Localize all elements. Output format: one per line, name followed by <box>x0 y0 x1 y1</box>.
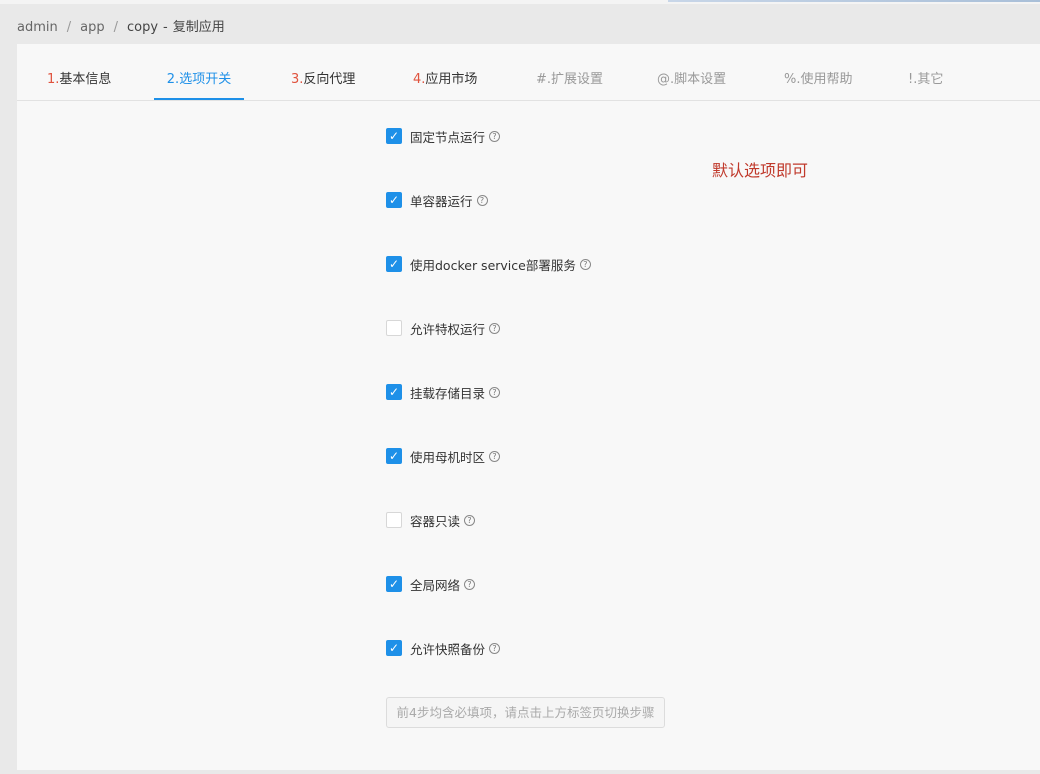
option-label: 允许快照备份 <box>410 641 486 657</box>
window-top-strip <box>0 0 1040 4</box>
tab-label: 应用市场 <box>425 72 478 87</box>
option-label: 固定节点运行 <box>410 129 486 145</box>
tab-basic-info[interactable]: 1.基本信息 <box>47 60 111 98</box>
checkbox[interactable]: ✓ <box>386 384 402 400</box>
checkbox[interactable]: ✓ <box>386 256 402 272</box>
tab-number: 4. <box>413 72 426 87</box>
submit-button[interactable]: 前4步均含必填项，请点击上方标签页切换步骤 <box>386 697 665 728</box>
tab-number: #. <box>536 72 552 87</box>
tab-label: 脚本设置 <box>674 72 727 87</box>
breadcrumb-separator: / <box>66 20 72 35</box>
tab-usage-help[interactable]: %.使用帮助 <box>784 60 853 98</box>
top-accent-bar <box>668 0 1040 2</box>
tab-number: !. <box>908 72 918 87</box>
help-icon[interactable]: ? <box>489 322 501 334</box>
option-readonly-container[interactable]: 容器只读 ? <box>386 511 476 529</box>
breadcrumb-app[interactable]: app <box>80 20 104 35</box>
tab-number: 1. <box>47 72 60 87</box>
checkbox[interactable]: ✓ <box>386 128 402 144</box>
breadcrumb-copy: copy <box>127 20 159 35</box>
tab-other[interactable]: !.其它 <box>908 60 943 98</box>
tab-number: @. <box>657 72 675 87</box>
tab-reverse-proxy[interactable]: 3.反向代理 <box>291 60 355 98</box>
option-label: 全局网络 <box>410 577 461 593</box>
option-label: 允许特权运行 <box>410 321 486 337</box>
help-icon[interactable]: ? <box>489 130 501 142</box>
main-panel <box>17 44 1040 770</box>
option-label: 使用母机时区 <box>410 449 486 465</box>
tab-label: 选项开关 <box>179 72 232 87</box>
tab-number: 3. <box>291 72 304 87</box>
option-label: 单容器运行 <box>410 193 473 209</box>
breadcrumb-admin[interactable]: admin <box>17 20 58 35</box>
help-icon[interactable]: ? <box>464 578 476 590</box>
breadcrumb-separator: / <box>113 20 118 35</box>
option-privileged[interactable]: 允许特权运行 ? <box>386 319 501 337</box>
tab-extension-settings[interactable]: #.扩展设置 <box>536 60 603 98</box>
tab-number: %. <box>784 72 801 87</box>
help-icon[interactable]: ? <box>476 194 488 206</box>
tab-number: 2. <box>166 72 180 87</box>
option-global-network[interactable]: ✓ 全局网络 ? <box>386 575 476 593</box>
tab-app-market[interactable]: 4.应用市场 <box>413 60 477 98</box>
option-mount-storage[interactable]: ✓ 挂载存储目录 ? <box>386 383 501 401</box>
help-icon[interactable]: ? <box>489 642 501 654</box>
checkbox[interactable]: ✓ <box>386 448 402 464</box>
breadcrumb: admin / app / copy - 复制应用 <box>17 16 225 35</box>
checkbox[interactable] <box>386 320 402 336</box>
hint-note: 默认选项即可 <box>712 161 809 180</box>
help-icon[interactable]: ? <box>579 258 591 270</box>
option-label: 使用docker service部署服务 <box>410 257 576 273</box>
tab-label: 扩展设置 <box>551 72 604 87</box>
option-host-timezone[interactable]: ✓ 使用母机时区 ? <box>386 447 501 465</box>
help-icon[interactable]: ? <box>464 514 476 526</box>
checkbox[interactable]: ✓ <box>386 576 402 592</box>
tab-label: 其它 <box>917 72 944 87</box>
breadcrumb-dash: - <box>163 20 168 35</box>
option-snapshot-backup[interactable]: ✓ 允许快照备份 ? <box>386 639 501 657</box>
option-single-container[interactable]: ✓ 单容器运行 ? <box>386 191 488 209</box>
option-label: 容器只读 <box>410 513 461 529</box>
checkbox[interactable] <box>386 512 402 528</box>
tab-label: 反向代理 <box>303 72 356 87</box>
tab-label: 基本信息 <box>59 72 112 87</box>
tab-option-switches[interactable]: 2.选项开关 <box>154 60 244 100</box>
tab-script-settings[interactable]: @.脚本设置 <box>657 60 726 98</box>
help-icon[interactable]: ? <box>489 386 501 398</box>
step-tabs: 1.基本信息 2.选项开关 3.反向代理 4.应用市场 #.扩展设置 @.脚本设… <box>17 60 1040 101</box>
page-title: 复制应用 <box>172 20 225 35</box>
checkbox[interactable]: ✓ <box>386 192 402 208</box>
checkbox[interactable]: ✓ <box>386 640 402 656</box>
option-docker-service[interactable]: ✓ 使用docker service部署服务 ? <box>386 255 591 273</box>
tab-label: 使用帮助 <box>800 72 853 87</box>
help-icon[interactable]: ? <box>489 450 501 462</box>
option-label: 挂载存储目录 <box>410 385 486 401</box>
option-fixed-node[interactable]: ✓ 固定节点运行 ? <box>386 127 501 145</box>
